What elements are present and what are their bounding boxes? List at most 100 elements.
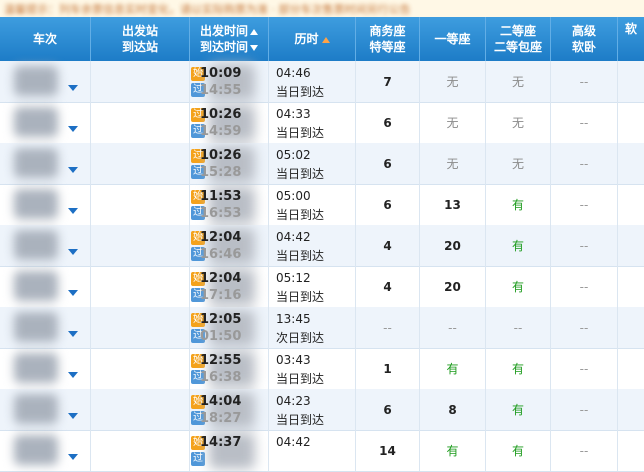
table-row[interactable]: 过 过 10:26 15:28 05:02 当日到达 6 无 无 -- bbox=[0, 143, 644, 185]
depart-time: 12:05 bbox=[200, 312, 242, 327]
table-row[interactable]: 始 过 12:05 01:50 13:45 次日到达 -- -- -- -- bbox=[0, 307, 644, 349]
first-class-cell[interactable]: 无 bbox=[420, 102, 486, 143]
sort-desc-icon[interactable] bbox=[250, 45, 258, 51]
business-seat-cell[interactable]: 7 bbox=[356, 61, 420, 102]
business-seat-count: 6 bbox=[383, 197, 392, 212]
business-seat-cell[interactable]: 6 bbox=[356, 389, 420, 430]
first-class-count: 20 bbox=[444, 279, 461, 294]
header-stations[interactable]: 出发站 到达站 bbox=[91, 17, 190, 61]
train-no-cell[interactable] bbox=[0, 61, 91, 102]
table-row[interactable]: 始 过 14:37 04:42 14 有 有 -- bbox=[0, 430, 644, 472]
sort-duration-icon[interactable] bbox=[321, 37, 330, 43]
first-class-cell[interactable]: -- bbox=[420, 307, 486, 348]
train-no-cell[interactable] bbox=[0, 266, 91, 307]
arrive-time: 15:28 bbox=[200, 165, 242, 180]
header-train-no[interactable]: 车次 bbox=[0, 17, 91, 61]
train-no-cell[interactable] bbox=[0, 143, 91, 184]
table-row[interactable]: 始 过 12:04 16:46 04:42 当日到达 4 20 有 -- bbox=[0, 225, 644, 267]
depart-time: 12:55 bbox=[200, 353, 242, 368]
table-row[interactable]: 始 过 11:53 16:53 05:00 当日到达 6 13 有 -- bbox=[0, 184, 644, 226]
premium-sleeper-cell[interactable]: -- bbox=[551, 307, 618, 348]
premium-sleeper-cell[interactable]: -- bbox=[551, 102, 618, 143]
business-seat-cell[interactable]: 6 bbox=[356, 184, 420, 225]
train-no-redacted bbox=[14, 66, 58, 96]
train-no-cell[interactable] bbox=[0, 225, 91, 266]
second-class-cell[interactable]: 有 bbox=[486, 266, 551, 307]
business-seat-cell[interactable]: 14 bbox=[356, 430, 420, 471]
first-class-cell[interactable]: 20 bbox=[420, 266, 486, 307]
train-detail-arrow-icon[interactable] bbox=[68, 372, 78, 378]
business-seat-cell[interactable]: 6 bbox=[356, 143, 420, 184]
train-no-cell[interactable] bbox=[0, 430, 91, 471]
first-class-cell[interactable]: 无 bbox=[420, 143, 486, 184]
second-class-cell[interactable]: 有 bbox=[486, 184, 551, 225]
table-row[interactable]: 始 过 14:04 18:27 04:23 当日到达 6 8 有 -- bbox=[0, 389, 644, 431]
depart-time: 10:26 bbox=[200, 107, 242, 122]
second-class-cell[interactable]: 有 bbox=[486, 430, 551, 471]
second-class-count: 有 bbox=[511, 280, 524, 294]
train-no-cell[interactable] bbox=[0, 389, 91, 430]
arrive-time: 16:38 bbox=[200, 370, 242, 385]
train-no-cell[interactable] bbox=[0, 307, 91, 348]
business-seat-cell[interactable]: 6 bbox=[356, 102, 420, 143]
business-seat-count: 14 bbox=[379, 443, 396, 458]
first-class-cell[interactable]: 无 bbox=[420, 61, 486, 102]
business-seat-cell[interactable]: -- bbox=[356, 307, 420, 348]
train-detail-arrow-icon[interactable] bbox=[68, 331, 78, 337]
premium-sleeper-cell[interactable]: -- bbox=[551, 430, 618, 471]
second-class-cell[interactable]: 有 bbox=[486, 389, 551, 430]
train-detail-arrow-icon[interactable] bbox=[68, 167, 78, 173]
train-detail-arrow-icon[interactable] bbox=[68, 290, 78, 296]
first-class-cell[interactable]: 13 bbox=[420, 184, 486, 225]
train-detail-arrow-icon[interactable] bbox=[68, 454, 78, 460]
notice-text: 温馨提示：列车余票信息实时变化，请以实际购票为准 · 部分车次售票时间另行公告 bbox=[4, 3, 411, 16]
train-detail-arrow-icon[interactable] bbox=[68, 413, 78, 419]
premium-sleeper-cell[interactable]: -- bbox=[551, 143, 618, 184]
table-row[interactable]: 始 过 12:04 17:16 05:12 当日到达 4 20 有 -- bbox=[0, 266, 644, 308]
header-soft-sleeper-label: 软卧 bbox=[571, 40, 596, 54]
premium-sleeper-cell[interactable]: -- bbox=[551, 348, 618, 389]
first-class-cell[interactable]: 有 bbox=[420, 348, 486, 389]
header-times[interactable]: 出发时间 到达时间 bbox=[190, 17, 269, 61]
duration-value: 04:23 bbox=[276, 394, 311, 408]
premium-sleeper-count: -- bbox=[579, 156, 589, 171]
train-detail-arrow-icon[interactable] bbox=[68, 208, 78, 214]
table-row[interactable]: 过 过 10:26 14:59 04:33 当日到达 6 无 无 -- bbox=[0, 102, 644, 144]
train-detail-arrow-icon[interactable] bbox=[68, 249, 78, 255]
second-class-count: 有 bbox=[511, 403, 524, 417]
second-class-cell[interactable]: 无 bbox=[486, 102, 551, 143]
second-class-cell[interactable]: -- bbox=[486, 307, 551, 348]
train-detail-arrow-icon[interactable] bbox=[68, 85, 78, 91]
train-detail-arrow-icon[interactable] bbox=[68, 126, 78, 132]
business-seat-cell[interactable]: 4 bbox=[356, 266, 420, 307]
business-seat-cell[interactable]: 4 bbox=[356, 225, 420, 266]
table-row[interactable]: 始 过 10:09 14:55 04:46 当日到达 7 无 无 -- bbox=[0, 61, 644, 103]
second-class-count: 无 bbox=[511, 157, 524, 171]
second-class-cell[interactable]: 无 bbox=[486, 61, 551, 102]
first-class-cell[interactable]: 20 bbox=[420, 225, 486, 266]
second-class-cell[interactable]: 有 bbox=[486, 348, 551, 389]
header-to-station-label: 到达站 bbox=[121, 40, 158, 54]
premium-sleeper-cell[interactable]: -- bbox=[551, 61, 618, 102]
train-no-cell[interactable] bbox=[0, 348, 91, 389]
premium-sleeper-cell[interactable]: -- bbox=[551, 225, 618, 266]
second-class-count: 无 bbox=[511, 116, 524, 130]
second-class-cell[interactable]: 无 bbox=[486, 143, 551, 184]
first-class-cell[interactable]: 8 bbox=[420, 389, 486, 430]
premium-sleeper-cell[interactable]: -- bbox=[551, 266, 618, 307]
train-no-cell[interactable] bbox=[0, 184, 91, 225]
premium-sleeper-cell[interactable]: -- bbox=[551, 389, 618, 430]
second-class-cell[interactable]: 有 bbox=[486, 225, 551, 266]
premium-sleeper-cell[interactable]: -- bbox=[551, 184, 618, 225]
train-no-cell[interactable] bbox=[0, 102, 91, 143]
duration-value: 04:42 bbox=[276, 230, 311, 244]
arrival-day: 当日到达 bbox=[276, 126, 325, 140]
station-cell: 始 过 bbox=[91, 307, 255, 348]
first-class-cell[interactable]: 有 bbox=[420, 430, 486, 471]
first-class-count: 20 bbox=[444, 238, 461, 253]
table-row[interactable]: 始 过 12:55 16:38 03:43 当日到达 1 有 有 -- bbox=[0, 348, 644, 390]
sort-asc-icon[interactable] bbox=[250, 29, 258, 35]
header-duration[interactable]: 历时 bbox=[269, 17, 356, 61]
business-seat-cell[interactable]: 1 bbox=[356, 348, 420, 389]
depart-time: 14:37 bbox=[200, 435, 242, 450]
